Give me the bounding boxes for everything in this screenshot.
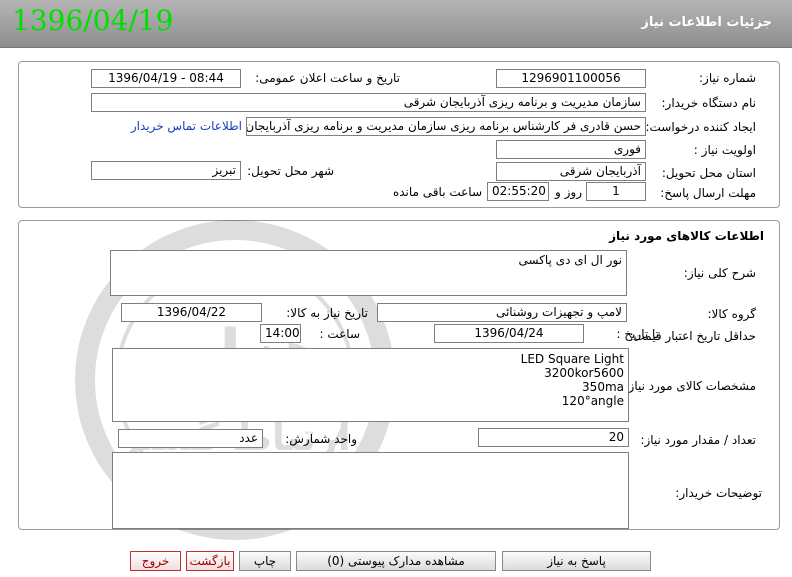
remaining-text: ساعت باقی مانده [392, 185, 482, 199]
print-button[interactable]: چاپ [239, 551, 291, 571]
buyer-org-label: نام دستگاه خریدار: [661, 96, 757, 110]
hour-field: 14:00 [260, 324, 301, 343]
exit-button[interactable]: خروج [130, 551, 181, 571]
general-desc-field: نور ال ای دی پاکسی [110, 250, 627, 296]
province-field: آذربایجان شرقی [496, 162, 646, 181]
goods-group-label: گروه کالا: [707, 307, 757, 321]
page-title: جزئیات اطلاعات نیاز [641, 15, 772, 30]
hour-label: ساعت : [319, 327, 360, 341]
priority-label: اولویت نیاز : [693, 143, 756, 157]
qty-label: تعداد / مقدار مورد نیاز: [640, 433, 756, 447]
buyer-notes-field [112, 452, 629, 529]
need-date-field: 1396/04/22 [121, 303, 262, 322]
to-date-label: تا تاریخ : [616, 327, 659, 341]
qty-field: 20 [478, 428, 629, 447]
goods-group-field: لامپ و تجهیزات روشنائی [377, 303, 627, 322]
specs-label: مشخصات کالای مورد نیاز: [624, 379, 756, 393]
buyer-org-field: سازمان مدیریت و برنامه ریزی آذربایجان شر… [91, 93, 646, 112]
city-label: شهر محل تحویل: [247, 164, 334, 178]
creator-label: ایجاد کننده درخواست: [645, 120, 756, 134]
deadline-days-field: 1 [586, 182, 646, 201]
general-desc-label: شرح کلی نیاز: [683, 266, 756, 280]
deadline-label: مهلت ارسال پاسخ: [660, 186, 756, 200]
announce-date-label: تاریخ و ساعت اعلان عمومی: [255, 71, 400, 85]
goods-section-title: اطلاعات کالاهای مورد نیاز [609, 229, 764, 243]
deadline-time-field: 02:55:20 [487, 182, 549, 201]
back-button[interactable]: بازگشت [186, 551, 234, 571]
to-date-field: 1396/04/24 [434, 324, 584, 343]
city-field: تبریز [91, 161, 241, 180]
need-number-label: شماره نیاز: [699, 71, 756, 85]
buyer-notes-label: توضیحات خریدار: [675, 486, 762, 500]
buyer-contact-link[interactable]: اطلاعات تماس خریدار [131, 119, 242, 133]
reply-button[interactable]: پاسخ به نیاز [502, 551, 651, 571]
announce-date-field: 1396/04/19 - 08:44 [91, 69, 241, 88]
creator-field: حسن قادری فر کارشناس برنامه ریزی سازمان … [246, 117, 646, 136]
priority-field: فوری [496, 140, 646, 159]
title-bar: جزئیات اطلاعات نیاز 1396/04/19 [0, 0, 792, 48]
unit-field: عدد [118, 429, 263, 448]
view-attachments-button[interactable]: مشاهده مدارک پیوستی (0) [296, 551, 496, 571]
specs-field: LED Square Light 3200kor5600 350ma 120°a… [112, 348, 629, 422]
province-label: استان محل تحویل: [661, 166, 756, 180]
need-number-field: 1296901100056 [496, 69, 646, 88]
need-date-label: تاریخ نیاز به کالا: [286, 306, 368, 320]
unit-label: واحد شمارش: [285, 432, 357, 446]
days-word: روز و [555, 185, 582, 199]
date-overlay: 1396/04/19 [12, 4, 174, 37]
